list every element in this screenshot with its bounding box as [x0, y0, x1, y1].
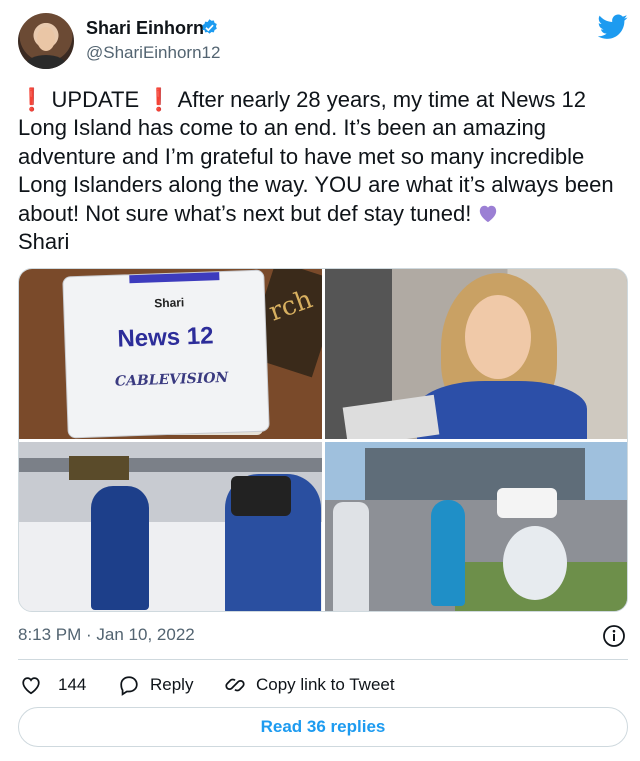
purple-heart-icon — [480, 205, 497, 222]
tweet-text: ❗ UPDATE ❗ After nearly 28 years, my tim… — [18, 86, 628, 256]
badge-name: Shari — [153, 295, 185, 311]
read-replies-button[interactable]: Read 36 replies — [18, 707, 628, 747]
like-count: 144 — [58, 675, 87, 694]
photo-badge[interactable]: rch Shari News 12 CABLEVISION — [19, 269, 322, 439]
media-grid: rch Shari News 12 CABLEVISION — [18, 268, 628, 612]
exclamation-icon: ❗ — [18, 87, 46, 112]
author-name[interactable]: Shari Einhorn — [86, 18, 204, 39]
info-icon[interactable] — [602, 624, 626, 648]
copy-link-button[interactable]: Copy link to Tweet — [224, 671, 395, 699]
photo-snow-report[interactable] — [19, 442, 322, 611]
badge-title: News 12 — [116, 322, 214, 353]
id-badge: Shari News 12 CABLEVISION — [62, 269, 270, 439]
update-label: UPDATE — [51, 87, 140, 112]
heart-icon — [22, 677, 40, 695]
exclamation-icon: ❗ — [145, 87, 173, 112]
author-handle[interactable]: @ShariEinhorn12 — [86, 43, 220, 63]
like-button[interactable]: 144 — [20, 671, 86, 699]
verified-badge-icon — [202, 19, 217, 34]
divider — [18, 659, 628, 660]
link-icon — [225, 678, 245, 692]
twitter-bird-icon[interactable] — [598, 14, 628, 40]
reply-button[interactable]: Reply — [118, 671, 193, 699]
photo-portrait[interactable] — [325, 269, 627, 439]
tweet-timestamp[interactable]: 8:13 PM · Jan 10, 2022 — [18, 625, 195, 645]
photo-field-report[interactable] — [325, 442, 627, 611]
badge-company: CABLEVISION — [114, 369, 229, 390]
avatar[interactable] — [18, 13, 74, 69]
reply-icon — [120, 676, 138, 696]
tweet-card: Shari Einhorn @ShariEinhorn12 ❗ UPDATE ❗… — [0, 0, 640, 761]
tweet-signature: Shari — [18, 229, 70, 255]
copy-link-label: Copy link to Tweet — [256, 675, 395, 694]
reply-label: Reply — [150, 675, 194, 694]
